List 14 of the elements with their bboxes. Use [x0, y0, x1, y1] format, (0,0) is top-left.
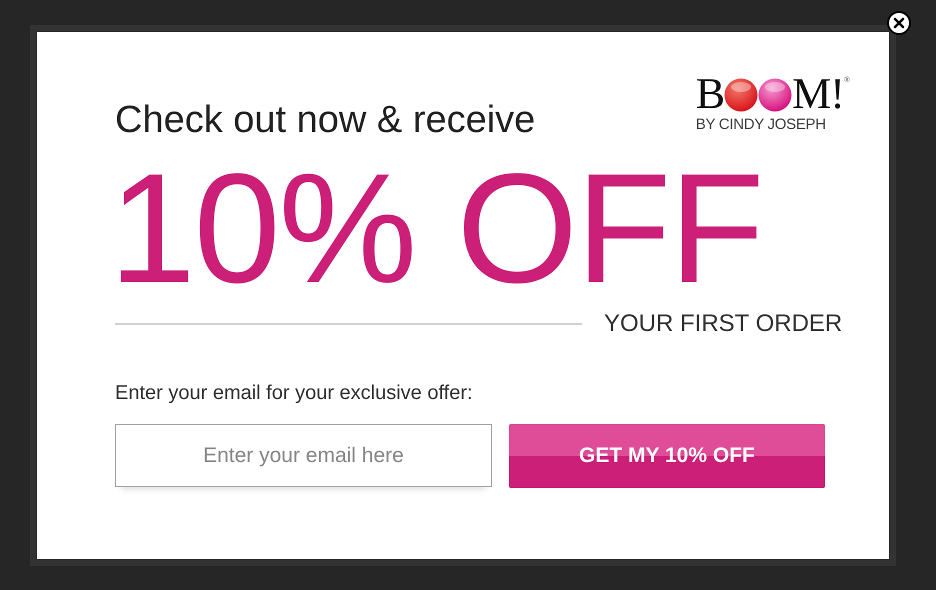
logo-tagline: BY CINDY JOSEPH	[696, 117, 826, 133]
ball-icon	[724, 78, 758, 112]
logo-letters: M!	[792, 74, 844, 114]
email-label: Enter your email for your exclusive offer:	[115, 381, 474, 406]
registered-mark: ®	[844, 76, 849, 84]
ball-icon	[758, 78, 792, 112]
headline: Check out now & receive	[115, 98, 536, 143]
close-icon	[893, 17, 905, 29]
offer-title: 10% OFF	[109, 154, 762, 304]
submit-button[interactable]: GET MY 10% OFF	[508, 424, 825, 488]
close-button[interactable]	[887, 11, 911, 35]
logo-letter: B	[696, 74, 724, 114]
email-field[interactable]: Enter your email here	[115, 424, 492, 487]
offer-note: YOUR FIRST ORDER	[604, 310, 842, 338]
